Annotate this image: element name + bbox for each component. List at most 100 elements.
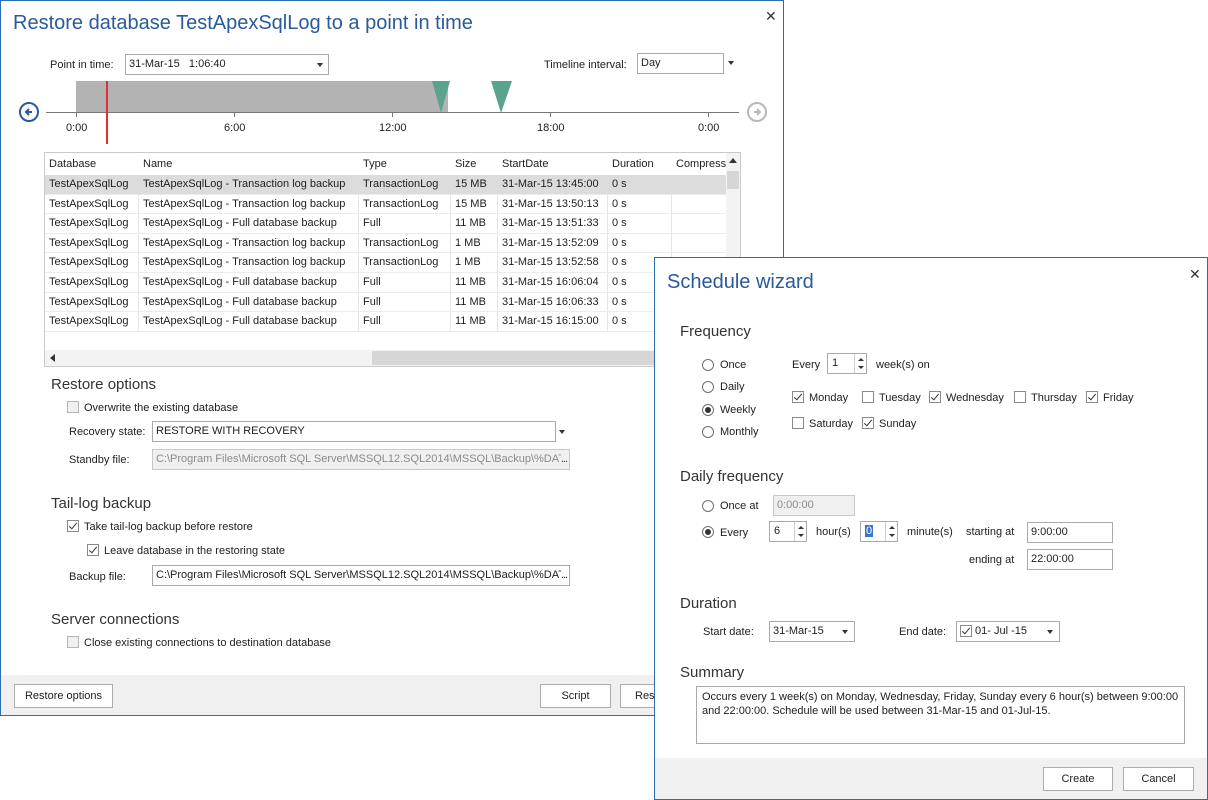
- end-date-picker[interactable]: 01- Jul -15: [956, 621, 1060, 642]
- arrow-right-icon: [754, 108, 762, 116]
- day-checkbox-friday[interactable]: [1086, 391, 1098, 403]
- chevron-down-icon: [889, 534, 895, 537]
- timeline-markers: [432, 81, 512, 113]
- timeline-next-button[interactable]: [747, 102, 767, 122]
- chevron-up-icon: [798, 526, 804, 529]
- chevron-up-icon[interactable]: [729, 158, 737, 163]
- day-checkbox-monday[interactable]: [792, 391, 804, 403]
- close-icon[interactable]: ✕: [765, 9, 777, 23]
- ending-at-label: ending at: [969, 554, 1015, 566]
- horizontal-scrollbar[interactable]: [45, 350, 740, 366]
- table-row[interactable]: TestApexSqlLog TestApexSqlLog - Full data…: [45, 214, 727, 234]
- table-row[interactable]: TestApexSqlLog TestApexSqlLog - Transacti…: [45, 234, 727, 254]
- end-date-label: End date:: [899, 626, 947, 638]
- weeks-stepper[interactable]: 1: [827, 353, 867, 374]
- browse-button[interactable]: ...: [560, 450, 568, 468]
- timeline-track[interactable]: [46, 81, 739, 113]
- day-checkbox-sunday[interactable]: [862, 417, 874, 429]
- timeline-interval-value: Day: [641, 57, 661, 69]
- once-at-radio[interactable]: [702, 500, 714, 512]
- chevron-left-icon[interactable]: [50, 354, 55, 362]
- timeline-tick: [76, 112, 77, 117]
- column-header[interactable]: Duration: [612, 158, 654, 170]
- backup-grid[interactable]: Database Name Type Size StartDate Durati…: [44, 152, 741, 367]
- timeline-prev-button[interactable]: [19, 102, 39, 122]
- browse-button[interactable]: ...: [560, 566, 568, 584]
- take-tail-log-checkbox[interactable]: [67, 520, 79, 532]
- close-connections-checkbox[interactable]: [67, 636, 79, 648]
- column-header[interactable]: Database: [49, 158, 96, 170]
- leave-restoring-checkbox[interactable]: [87, 544, 99, 556]
- table-cell: TestApexSqlLog: [49, 178, 129, 190]
- table-cell: Full: [363, 315, 381, 328]
- chevron-down-icon[interactable]: [728, 61, 734, 65]
- chevron-down-icon: [798, 534, 804, 537]
- column-header[interactable]: Compress: [676, 158, 726, 170]
- day-checkbox-wednesday[interactable]: [929, 391, 941, 403]
- table-row[interactable]: TestApexSqlLog TestApexSqlLog - Transacti…: [45, 253, 727, 273]
- day-label: Sunday: [879, 418, 917, 430]
- backup-marker-icon: [491, 81, 512, 113]
- leave-restoring-label: Leave database in the restoring state: [104, 545, 286, 557]
- recovery-state-select[interactable]: RESTORE WITH RECOVERY: [152, 421, 556, 442]
- overwrite-checkbox[interactable]: [67, 401, 79, 413]
- cancel-button[interactable]: Cancel: [1123, 767, 1194, 791]
- starting-at-value: 9:00:00: [1031, 526, 1068, 538]
- wizard-title: Schedule wizard: [667, 271, 814, 293]
- overwrite-label: Overwrite the existing database: [84, 402, 239, 414]
- backup-file-field[interactable]: C:\Program Files\Microsoft SQL Server\MS…: [152, 565, 570, 586]
- column-header[interactable]: Name: [143, 158, 172, 170]
- frequency-heading: Frequency: [680, 323, 751, 340]
- script-button[interactable]: Script: [540, 684, 611, 708]
- table-row[interactable]: TestApexSqlLog TestApexSqlLog - Transacti…: [45, 195, 727, 215]
- freq-radio-daily[interactable]: [702, 381, 714, 393]
- day-checkbox-tuesday[interactable]: [862, 391, 874, 403]
- freq-radio-monthly[interactable]: [702, 426, 714, 438]
- table-cell: 31-Mar-15 13:45:00: [502, 178, 599, 190]
- table-cell: TestApexSqlLog - Transaction log backup: [143, 178, 346, 190]
- minutes-stepper[interactable]: 0: [860, 521, 898, 542]
- scroll-thumb[interactable]: [372, 351, 672, 365]
- hours-value: 6: [774, 525, 781, 537]
- table-cell: 1 MB: [455, 256, 481, 269]
- column-header[interactable]: Size: [455, 158, 476, 170]
- day-checkbox-saturday[interactable]: [792, 417, 804, 429]
- every-daily-radio[interactable]: [702, 526, 714, 538]
- table-row[interactable]: TestApexSqlLog TestApexSqlLog - Full data…: [45, 312, 727, 332]
- summary-heading: Summary: [680, 664, 745, 681]
- create-button[interactable]: Create: [1043, 767, 1113, 791]
- end-date-checkbox[interactable]: [960, 625, 972, 637]
- column-header[interactable]: StartDate: [502, 158, 548, 170]
- freq-radio-once[interactable]: [702, 359, 714, 371]
- table-cell: 31-Mar-15 16:06:33: [502, 295, 599, 308]
- table-row[interactable]: TestApexSqlLog TestApexSqlLog - Transacti…: [45, 175, 727, 195]
- start-date-label: Start date:: [703, 626, 754, 638]
- timeline-tick-label: 0:00: [66, 122, 88, 134]
- point-in-time-picker[interactable]: 31-Mar-15 1:06:40: [125, 54, 329, 75]
- table-cell: 11 MB: [455, 295, 486, 308]
- timeline-cursor[interactable]: [106, 81, 108, 144]
- table-cell: TestApexSqlLog - Transaction log backup: [143, 236, 346, 249]
- starting-at-field[interactable]: 9:00:00: [1027, 522, 1113, 543]
- table-cell: TestApexSqlLog - Full database backup: [143, 276, 337, 288]
- chevron-down-icon[interactable]: [559, 430, 565, 434]
- close-icon[interactable]: ✕: [1189, 267, 1201, 281]
- restore-options-button[interactable]: Restore options: [14, 684, 113, 708]
- timeline-interval-select[interactable]: Day: [637, 53, 724, 74]
- table-row[interactable]: TestApexSqlLog TestApexSqlLog - Full data…: [45, 273, 727, 293]
- day-checkbox-thursday[interactable]: [1014, 391, 1026, 403]
- column-header[interactable]: Type: [363, 158, 387, 170]
- stepper-arrows[interactable]: [794, 522, 806, 541]
- hours-label: hour(s): [816, 526, 851, 538]
- hours-stepper[interactable]: 6: [769, 521, 807, 542]
- stepper-arrows[interactable]: [885, 522, 897, 541]
- table-row[interactable]: TestApexSqlLog TestApexSqlLog - Full data…: [45, 293, 727, 313]
- table-cell: TestApexSqlLog: [49, 217, 129, 230]
- daily-frequency-heading: Daily frequency: [680, 468, 784, 485]
- stepper-arrows[interactable]: [854, 354, 866, 373]
- start-date-picker[interactable]: 31-Mar-15: [769, 621, 855, 642]
- scroll-thumb[interactable]: [727, 171, 739, 189]
- ending-at-field[interactable]: 22:00:00: [1027, 549, 1113, 570]
- freq-radio-weekly[interactable]: [702, 404, 714, 416]
- table-cell: Full: [363, 217, 381, 230]
